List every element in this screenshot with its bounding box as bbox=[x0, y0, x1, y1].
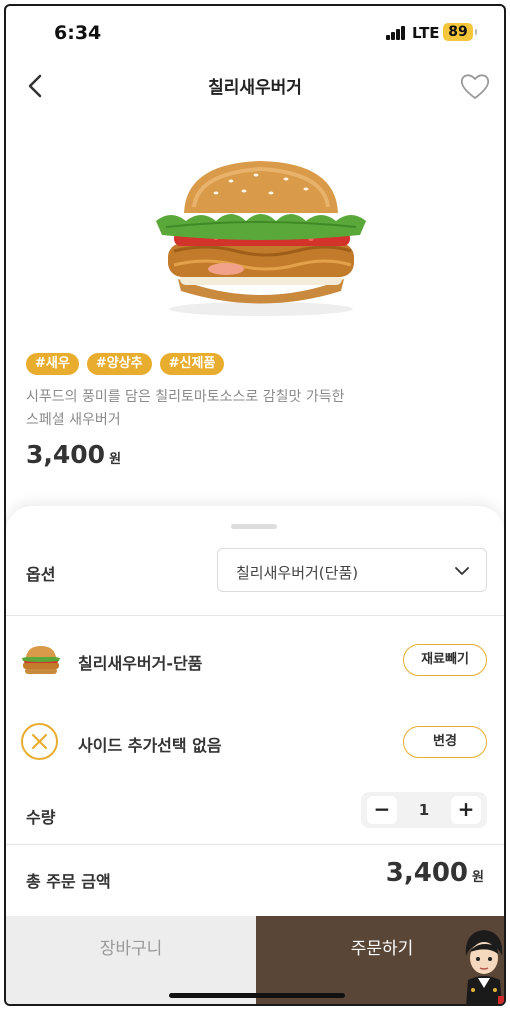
header: 칠리새우버거 bbox=[6, 61, 504, 111]
price-value: 3,400 bbox=[26, 440, 106, 469]
tag-shrimp: #새우 bbox=[26, 353, 79, 375]
plus-button[interactable]: + bbox=[451, 796, 481, 824]
status-bar: 6:34 LTE 89 bbox=[6, 6, 504, 58]
quantity-stepper: − 1 + bbox=[361, 792, 487, 828]
page-title: 칠리새우버거 bbox=[208, 78, 302, 98]
item-name: 칠리새우버거-단품 bbox=[78, 654, 203, 673]
burger-thumbnail bbox=[22, 646, 60, 674]
change-side-button[interactable]: 변경 bbox=[403, 726, 487, 758]
network-label: LTE bbox=[412, 24, 440, 42]
total-price: 3,400 원 bbox=[386, 858, 484, 888]
home-indicator bbox=[169, 993, 345, 998]
option-select-value: 칠리새우버거(단품) bbox=[236, 564, 359, 582]
option-label: 옵션 bbox=[26, 565, 56, 584]
favorite-button[interactable] bbox=[458, 69, 492, 103]
battery-tip bbox=[475, 29, 477, 35]
side-row: 사이드 추가선택 없음 변경 bbox=[6, 718, 504, 768]
total-label: 총 주문 금액 bbox=[26, 872, 111, 891]
total-value: 3,400 bbox=[385, 858, 469, 888]
description-line-2: 스페셜 새우버거 bbox=[26, 412, 121, 428]
total-unit: 원 bbox=[472, 870, 484, 885]
quantity-label: 수량 bbox=[26, 808, 56, 827]
signal-icon bbox=[386, 26, 408, 40]
status-time: 6:34 bbox=[54, 22, 102, 44]
avatar bbox=[465, 930, 504, 1004]
heart-outline-icon bbox=[460, 74, 490, 99]
tag-new: #신제품 bbox=[159, 353, 225, 375]
divider bbox=[6, 615, 504, 616]
sheet-handle[interactable] bbox=[231, 524, 277, 529]
phone-screen: 6:34 LTE 89 칠리새우버거 #새우 #양상추 #신제품 시푸드의 풍미… bbox=[4, 4, 506, 1006]
selected-item-row: 칠리새우버거-단품 재료빼기 bbox=[6, 636, 504, 686]
tag-lettuce: #양상추 bbox=[86, 353, 152, 375]
close-circle-icon bbox=[21, 723, 58, 760]
description-line-1: 시푸드의 풍미를 담은 칠리토마토소스로 감칠맛 가득한 bbox=[26, 389, 345, 405]
price-unit: 원 bbox=[109, 452, 122, 467]
order-sheet: 옵션 칠리새우버거(단품) 칠리새우버거-단품 재료빼기 사이드 추가선택 없음… bbox=[6, 506, 504, 926]
product-price: 3,400 원 bbox=[26, 440, 121, 469]
product-tags: #새우 #양상추 #신제품 bbox=[26, 353, 225, 375]
remove-ingredient-button[interactable]: 재료빼기 bbox=[403, 644, 487, 676]
divider bbox=[6, 844, 504, 845]
battery-icon: 89 bbox=[443, 23, 473, 41]
option-select[interactable]: 칠리새우버거(단품) bbox=[217, 548, 487, 592]
burger-image bbox=[156, 161, 366, 316]
product-description: 시푸드의 풍미를 담은 칠리토마토소스로 감칠맛 가득한 스페셜 새우버거 bbox=[26, 386, 406, 432]
side-label: 사이드 추가선택 없음 bbox=[78, 736, 222, 755]
chevron-down-icon bbox=[455, 567, 469, 575]
